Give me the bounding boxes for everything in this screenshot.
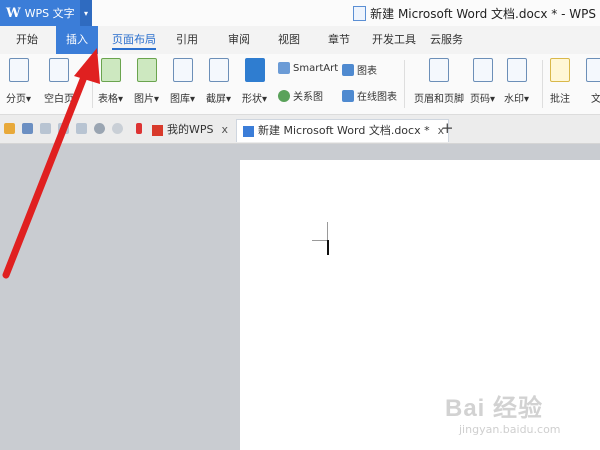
print-preview-icon[interactable] <box>76 123 87 134</box>
title-bar: W WPS 文字 ▾ 新建 Microsoft Word 文档.docx * -… <box>0 0 600 26</box>
margin-corner-mark <box>312 240 327 241</box>
picture-icon <box>136 58 157 82</box>
smartart-icon <box>278 62 290 74</box>
smartart-button[interactable]: SmartArt <box>278 62 338 74</box>
online-chart-icon <box>342 89 354 102</box>
wps-logo: W <box>6 5 21 21</box>
blank-page-icon <box>49 58 69 82</box>
gallery-icon <box>172 58 193 82</box>
online-chart-button[interactable]: 在线图表 <box>342 88 397 103</box>
shape-icon <box>244 58 265 82</box>
header-footer-button[interactable]: 页眉和页脚 <box>414 58 464 105</box>
export-pdf-icon[interactable] <box>40 123 51 134</box>
tab-my-wps[interactable]: 我的WPS x <box>150 119 228 141</box>
comment-icon <box>550 58 570 82</box>
tab-sections[interactable]: 章节 <box>328 26 350 54</box>
comment-button[interactable]: 批注 <box>550 58 570 105</box>
document-icon <box>353 6 367 21</box>
shape-button[interactable]: 形状▾ <box>242 58 267 105</box>
tab-cloud[interactable]: 云服务 <box>430 26 463 54</box>
undo-icon[interactable] <box>94 123 105 134</box>
chart-icon <box>342 63 354 76</box>
screenshot-button[interactable]: 截屏▾ <box>206 58 231 105</box>
tab-developer[interactable]: 开发工具 <box>372 26 416 54</box>
redo-icon[interactable] <box>112 123 123 134</box>
picture-button[interactable]: 图片▾ <box>134 58 159 105</box>
baidu-jingyan-watermark: Bai 经验 jingyan.baidu.com <box>445 395 561 436</box>
watermark-button[interactable]: 水印▾ <box>504 58 529 105</box>
tab-home[interactable]: 开始 <box>16 26 38 54</box>
ribbon-divider <box>542 60 543 108</box>
tab-current-document[interactable]: 新建 Microsoft Word 文档.docx * x <box>236 119 450 142</box>
app-menu-button[interactable]: W WPS 文字 ▾ <box>0 0 92 26</box>
print-icon[interactable] <box>58 123 69 134</box>
chart-button[interactable]: 图表 <box>342 62 377 77</box>
tab-review[interactable]: 审阅 <box>228 26 250 54</box>
screenshot-icon <box>208 58 229 82</box>
table-button[interactable]: 表格▾ <box>98 58 123 105</box>
tab-page-layout[interactable]: 页面布局 <box>112 26 156 50</box>
page-number-icon <box>472 58 493 82</box>
open-folder-icon[interactable] <box>4 123 15 134</box>
wps-home-icon <box>152 124 163 136</box>
more-button[interactable]: 文 <box>586 58 600 105</box>
page-break-button[interactable]: 分页▾ <box>6 58 31 105</box>
blank-page-button[interactable]: 空白页 <box>44 58 74 105</box>
ribbon: 分页▾ 空白页 表格▾ 图片▾ 图库▾ 截屏▾ 形状▾ SmartArt 图表 … <box>0 54 600 115</box>
word-document-icon <box>243 125 254 137</box>
text-cursor <box>327 240 329 255</box>
relation-chart-button[interactable]: 关系图 <box>278 88 323 103</box>
watermark-icon <box>506 58 527 82</box>
save-icon[interactable] <box>22 123 33 134</box>
menu-tab-bar: 开始 插入 页面布局 引用 审阅 视图 章节 开发工具 云服务 <box>0 26 600 54</box>
close-tab-icon[interactable]: x <box>222 119 229 141</box>
table-icon <box>100 58 121 82</box>
gallery-button[interactable]: 图库▾ <box>170 58 195 105</box>
relation-chart-icon <box>278 89 290 102</box>
quick-access-bar: 我的WPS x 新建 Microsoft Word 文档.docx * x + <box>0 115 600 144</box>
document-compare-icon <box>586 58 600 82</box>
margin-corner-mark <box>327 222 328 240</box>
customize-toolbar-icon[interactable] <box>136 123 142 134</box>
window-title: 新建 Microsoft Word 文档.docx * - WPS <box>353 5 596 22</box>
page-number-button[interactable]: 页码▾ <box>470 58 495 105</box>
tab-view[interactable]: 视图 <box>278 26 300 54</box>
app-name: WPS 文字 <box>24 7 75 20</box>
window-title-text: 新建 Microsoft Word 文档.docx * - WPS <box>370 7 596 21</box>
page-break-icon <box>8 58 29 82</box>
tab-references[interactable]: 引用 <box>176 26 198 54</box>
app-menu-dropdown-icon[interactable]: ▾ <box>80 0 92 26</box>
ribbon-divider <box>92 60 93 108</box>
new-tab-button[interactable]: + <box>441 119 454 137</box>
ribbon-divider <box>404 60 405 108</box>
tab-insert[interactable]: 插入 <box>56 26 98 54</box>
header-footer-icon <box>429 58 449 82</box>
